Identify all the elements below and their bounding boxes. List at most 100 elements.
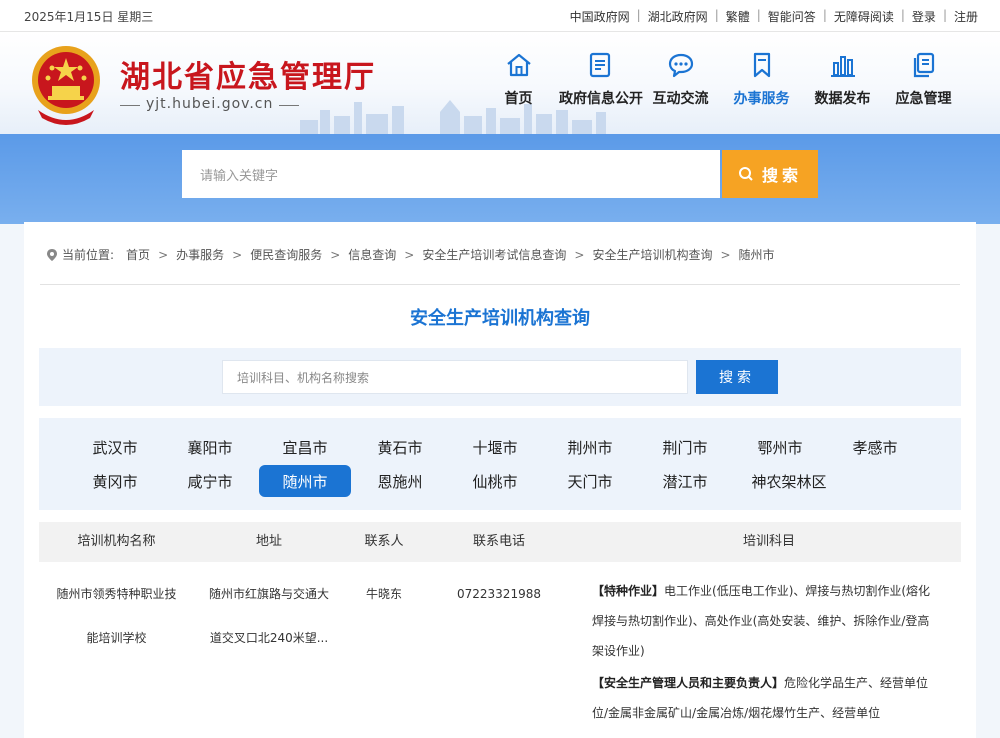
subject-tag-management: 【安全生产管理人员和主要负责人】 [592, 676, 785, 690]
column-header-subjects: 培训科目 [742, 534, 795, 549]
national-emblem-icon [32, 46, 100, 125]
breadcrumb-separator: > [720, 247, 731, 262]
main-content: 当前位置: 首页 > 办事服务 > 便民查询服务 > 信息查询 > 安全生产培训… [24, 222, 976, 738]
site-search-button[interactable]: 搜索 [722, 150, 818, 198]
breadcrumb-prefix: 当前位置: [62, 248, 115, 262]
nav-data-release[interactable]: 数据发布 [802, 50, 883, 108]
contact-phone: 07223321988 [457, 587, 541, 601]
city-shiyan[interactable]: 十堰市 [449, 431, 541, 463]
city-yichang[interactable]: 宜昌市 [259, 431, 351, 463]
site-search-input[interactable]: 请输入关键字 [182, 150, 720, 198]
subject-tag-special: 【特种作业】 [592, 584, 665, 598]
separator: | [822, 8, 827, 22]
breadcrumb-org-query[interactable]: 安全生产培训机构查询 [592, 246, 712, 263]
city-wuhan[interactable]: 武汉市 [69, 431, 161, 463]
bar-chart-icon [830, 56, 855, 77]
city-tianmen[interactable]: 天门市 [544, 465, 636, 497]
top-bar: 2025年1月15日 星期三 中国政府网 | 湖北政府网 | 繁體 | 智能问答… [0, 0, 1000, 32]
page-title: 安全生产培训机构查询 [410, 308, 590, 329]
breadcrumb-separator: > [232, 247, 243, 262]
site-search-button-label: 搜索 [761, 166, 802, 185]
divider [40, 284, 960, 285]
breadcrumb-info-query[interactable]: 信息查询 [348, 246, 396, 263]
city-jingzhou[interactable]: 荆州市 [544, 431, 636, 463]
city-huangshi[interactable]: 黄石市 [354, 431, 446, 463]
city-jingmen[interactable]: 荆门市 [639, 431, 731, 463]
city-ezhou[interactable]: 鄂州市 [734, 431, 826, 463]
city-xiaogan[interactable]: 孝感市 [829, 431, 921, 463]
document-icon [589, 52, 610, 78]
link-traditional-chinese[interactable]: 繁體 [726, 8, 750, 25]
link-login[interactable]: 登录 [912, 8, 936, 25]
main-nav: 首页 政府信息公开 互动交流 办事服务 数据发布 应急管理 [478, 50, 964, 108]
city-enshi[interactable]: 恩施州 [354, 465, 446, 497]
top-links: 中国政府网 | 湖北政府网 | 繁體 | 智能问答 | 无障碍阅读 | 登录 |… [570, 8, 978, 25]
search-icon [738, 167, 753, 181]
nav-home[interactable]: 首页 [478, 50, 559, 108]
subject-line: 位/金属非金属矿山/金属冶炼/烟花爆竹生产、经营单位 [592, 706, 881, 720]
city-suizhou[interactable]: 随州市 [259, 465, 351, 497]
subject-line: 焊接与热切割作业)、高处作业(高处安装、维护、拆除作业/登高 [592, 614, 930, 628]
contact-name: 牛晓东 [365, 587, 402, 601]
breadcrumb-current: 随州市 [738, 248, 775, 262]
org-name-line1: 随州市领秀特种职业技 [56, 587, 177, 601]
site-header: 湖北省应急管理厅 yjt.hubei.gov.cn 首页 政府信息公开 互动交流… [0, 32, 1000, 134]
city-xianning[interactable]: 咸宁市 [164, 465, 256, 497]
city-huanggang[interactable]: 黄冈市 [69, 465, 161, 497]
separator: | [942, 8, 947, 22]
nav-emergency-mgmt[interactable]: 应急管理 [883, 50, 964, 108]
home-icon [506, 53, 531, 77]
breadcrumb: 当前位置: 首页 > 办事服务 > 便民查询服务 > 信息查询 > 安全生产培训… [46, 246, 775, 263]
nav-interaction[interactable]: 互动交流 [640, 50, 721, 108]
org-name-line2: 能培训学校 [86, 631, 147, 645]
separator: | [756, 8, 761, 22]
city-xiangyang[interactable]: 襄阳市 [164, 431, 256, 463]
city-xiantao[interactable]: 仙桃市 [449, 465, 541, 497]
table-header: 培训机构名称 地址 联系人 联系电话 培训科目 [39, 522, 961, 562]
chat-icon [668, 53, 693, 78]
link-hubei-gov[interactable]: 湖北政府网 [648, 8, 708, 25]
city-filter: 武汉市 襄阳市 宜昌市 黄石市 十堰市 荆州市 荆门市 鄂州市 孝感市 黄冈市 … [39, 418, 961, 510]
site-domain: yjt.hubei.gov.cn [119, 96, 300, 112]
nav-services[interactable]: 办事服务 [721, 50, 802, 108]
search-banner: 请输入关键字 搜索 [0, 134, 1000, 224]
breadcrumb-services[interactable]: 办事服务 [176, 246, 224, 263]
breadcrumb-separator: > [574, 247, 585, 262]
subject-line: 架设作业) [592, 644, 645, 658]
link-gov-cn[interactable]: 中国政府网 [570, 8, 630, 25]
city-shennongjia[interactable]: 神农架林区 [734, 465, 844, 497]
clipboard-icon [913, 52, 934, 78]
filter-search-button[interactable]: 搜索 [696, 360, 778, 394]
site-title[interactable]: 湖北省应急管理厅 [120, 52, 376, 96]
column-header-org-name: 培训机构名称 [77, 534, 156, 549]
breadcrumb-public-query[interactable]: 便民查询服务 [250, 246, 322, 263]
address-line2: 道交叉口北240米望... [209, 631, 329, 645]
separator: | [900, 8, 905, 22]
subject-line: 【安全生产管理人员和主要负责人】危险化学品生产、经营单位 [592, 676, 929, 690]
filter-panel: 培训科目、机构名称搜索 搜索 [39, 348, 961, 406]
nav-label: 互动交流 [652, 91, 709, 107]
city-qianjiang[interactable]: 潜江市 [639, 465, 731, 497]
subject-line: 【特种作业】电工作业(低压电工作业)、焊接与热切割作业(熔化 [592, 584, 931, 598]
filter-search-input[interactable]: 培训科目、机构名称搜索 [222, 360, 688, 394]
breadcrumb-separator: > [330, 247, 341, 262]
breadcrumb-exam-query[interactable]: 安全生产培训考试信息查询 [422, 246, 566, 263]
separator: | [714, 8, 719, 22]
current-date: 2025年1月15日 星期三 [24, 10, 154, 24]
link-register[interactable]: 注册 [954, 8, 978, 25]
breadcrumb-home[interactable]: 首页 [126, 246, 150, 263]
link-accessibility[interactable]: 无障碍阅读 [834, 8, 894, 25]
nav-label: 应急管理 [895, 91, 952, 107]
breadcrumb-separator: > [158, 247, 169, 262]
nav-label: 办事服务 [733, 91, 790, 107]
nav-label: 首页 [504, 91, 533, 107]
breadcrumb-separator: > [404, 247, 415, 262]
nav-label: 政府信息公开 [559, 91, 643, 107]
bookmark-icon [753, 52, 770, 78]
column-header-contact: 联系人 [364, 534, 404, 549]
nav-label: 数据发布 [814, 91, 871, 107]
column-header-address: 地址 [255, 534, 282, 549]
training-subjects: 【特种作业】电工作业(低压电工作业)、焊接与热切割作业(熔化 焊接与热切割作业)… [592, 576, 952, 728]
link-smart-qa[interactable]: 智能问答 [768, 8, 816, 25]
nav-gov-info[interactable]: 政府信息公开 [559, 50, 643, 108]
